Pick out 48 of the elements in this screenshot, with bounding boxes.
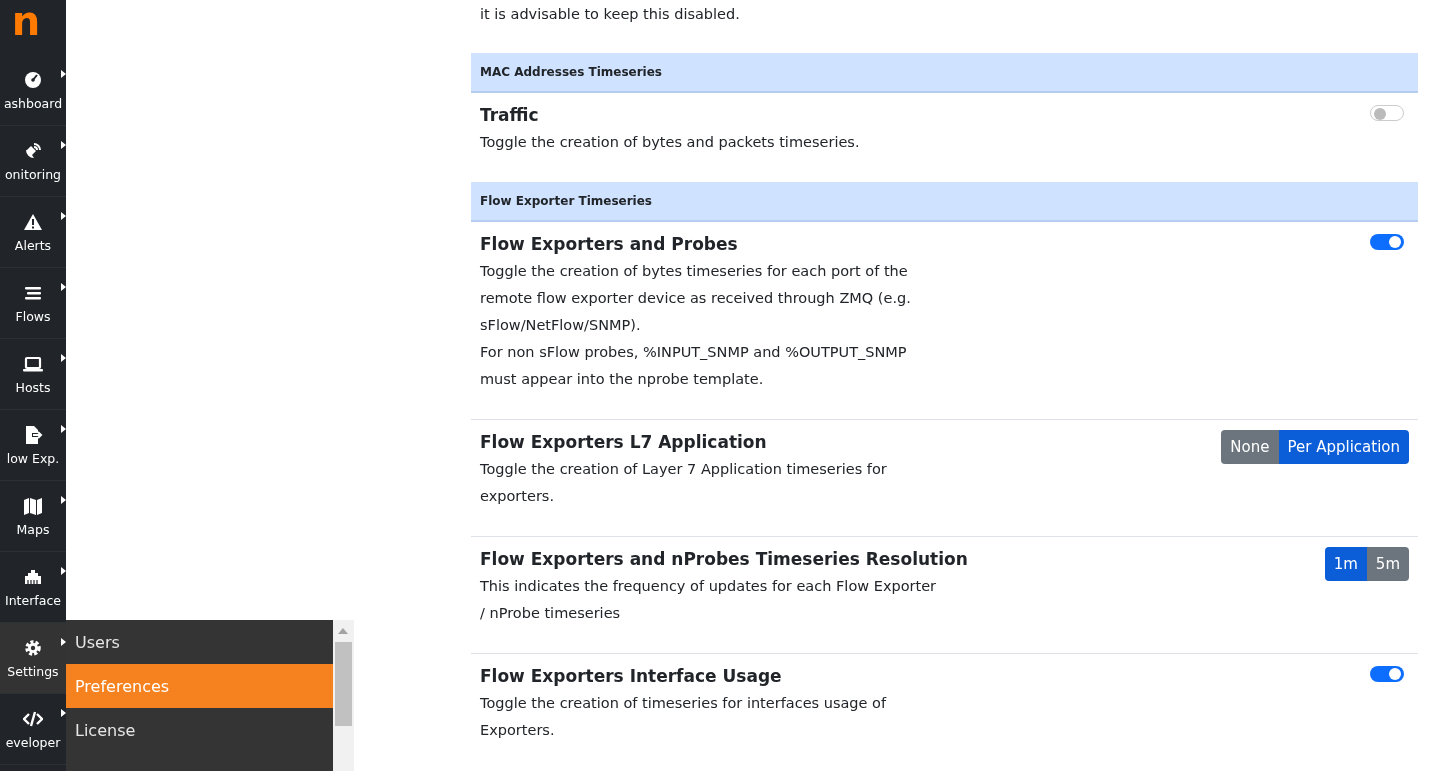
setting-description: Toggle the creation of timeseries for interfaces usage of Exporters.: [480, 694, 888, 740]
setting-description: For non sFlow probes, %INPUT_SNMP and %OUTPUT_SNMP must appear into the nprobe template.: [480, 343, 908, 389]
submenu-item[interactable]: License: [66, 708, 333, 752]
setting-title: Flow Exporters and nProbes Timeseries Resolution: [480, 548, 968, 571]
file-export-icon: [23, 424, 43, 445]
setting-description: This indicates the frequency of updates for each Flow Exporter / nProbe timeseries: [480, 577, 938, 623]
section-header: Flow Exporter Timeseries: [471, 182, 1418, 222]
description-text: it is advisable to keep this disabled.: [479, 5, 741, 24]
sidebar-item[interactable]: Settings: [0, 623, 66, 694]
setting-title: Flow Exporters L7 Application: [480, 431, 768, 454]
sidebar-item[interactable]: Flows: [0, 268, 66, 339]
section-header: MAC Addresses Timeseries: [471, 53, 1418, 93]
caret-icon: [61, 141, 66, 149]
toggle-switch[interactable]: [1370, 666, 1404, 682]
setting-description: Toggle the creation of bytes and packets timeseries.: [480, 133, 860, 152]
logo[interactable]: n: [11, 0, 41, 41]
option-button[interactable]: 5m: [1366, 547, 1409, 581]
option-button[interactable]: None: [1221, 430, 1279, 464]
toggle-switch[interactable]: [1370, 234, 1404, 250]
caret-icon: [61, 567, 66, 575]
sidebar-item[interactable]: Maps: [0, 481, 66, 552]
submenu-item[interactable]: Users: [66, 620, 333, 664]
setting-title: Flow Exporters Interface Usage: [480, 665, 783, 688]
setting-title: Flow Exporters and Probes: [480, 233, 739, 256]
caret-icon: [61, 283, 66, 291]
toggle-switch[interactable]: [1370, 105, 1404, 121]
caret-icon: [61, 212, 66, 220]
map-icon: [23, 495, 43, 516]
setting-title: Traffic: [480, 104, 540, 127]
setting-description: Toggle the creation of bytes timeseries for each port of the remote flow exporter device as received through ZMQ (e.g. sFlow/NetFlow/SNMP).: [480, 262, 912, 335]
scroll-up-icon[interactable]: [338, 628, 348, 634]
scrollbar[interactable]: [333, 620, 354, 771]
sidebar-item[interactable]: ashboard: [0, 55, 66, 126]
setting-description: Toggle the creation of Layer 7 Application timeseries for exporters.: [480, 460, 888, 506]
sidebar-item[interactable]: onitoring: [0, 126, 66, 197]
caret-icon: [61, 425, 66, 433]
caret-icon: [61, 70, 66, 78]
satellite-dish-icon: [23, 140, 43, 161]
sidebar-item[interactable]: Hosts: [0, 339, 66, 410]
sidebar-item[interactable]: Alerts: [0, 197, 66, 268]
gauge-icon: [23, 69, 43, 90]
option-button[interactable]: Per Application: [1278, 430, 1409, 464]
caret-icon: [61, 354, 66, 362]
scrollbar-thumb[interactable]: [335, 642, 352, 726]
settings-icon: [23, 637, 43, 658]
option-button[interactable]: 1m: [1324, 547, 1367, 581]
sidebar-item[interactable]: low Exp.: [0, 410, 66, 481]
caret-icon: [61, 496, 66, 504]
